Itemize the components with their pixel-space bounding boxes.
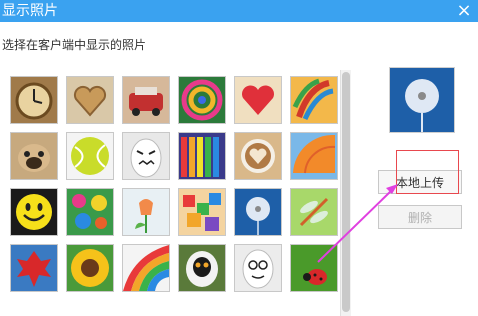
annotation-highlight-box	[396, 150, 459, 194]
photo-dragonfly[interactable]	[290, 188, 338, 236]
photo-orange-umbrella[interactable]	[290, 132, 338, 180]
photo-color-drops[interactable]	[66, 188, 114, 236]
scrollbar-thumb[interactable]	[342, 72, 350, 312]
photo-red-heart[interactable]	[234, 76, 282, 124]
photo-red-car[interactable]	[122, 76, 170, 124]
photo-blocks[interactable]	[178, 188, 226, 236]
photo-red-leaf[interactable]	[10, 244, 58, 292]
photo-sunflower[interactable]	[66, 244, 114, 292]
photo-gallery	[0, 70, 352, 316]
delete-button[interactable]: 删除	[378, 205, 462, 229]
close-button[interactable]: ×	[454, 0, 474, 22]
photo-latte-heart[interactable]	[234, 132, 282, 180]
selected-photo-preview	[389, 67, 455, 133]
title-bar: 显示照片 ×	[0, 0, 478, 22]
photo-lemur[interactable]	[178, 244, 226, 292]
window-title: 显示照片	[2, 3, 58, 19]
photo-crayons[interactable]	[178, 132, 226, 180]
photo-clock[interactable]	[10, 76, 58, 124]
photo-heart-wood[interactable]	[66, 76, 114, 124]
instruction-label: 选择在客户端中显示的照片	[2, 38, 147, 52]
photo-angry-egg[interactable]	[122, 132, 170, 180]
photo-smiley[interactable]	[10, 188, 58, 236]
photo-color-swirl[interactable]	[178, 76, 226, 124]
photo-tulips[interactable]	[122, 188, 170, 236]
gallery-scrollbar[interactable]	[340, 70, 351, 316]
photo-egg-face[interactable]	[234, 244, 282, 292]
photo-rainbow-papers[interactable]	[122, 244, 170, 292]
photo-tennis-ball[interactable]	[66, 132, 114, 180]
photo-dandelion[interactable]	[234, 188, 282, 236]
photo-grid	[6, 70, 338, 316]
photo-pug[interactable]	[10, 132, 58, 180]
photo-ladybug[interactable]	[290, 244, 338, 292]
photo-feathers[interactable]	[290, 76, 338, 124]
